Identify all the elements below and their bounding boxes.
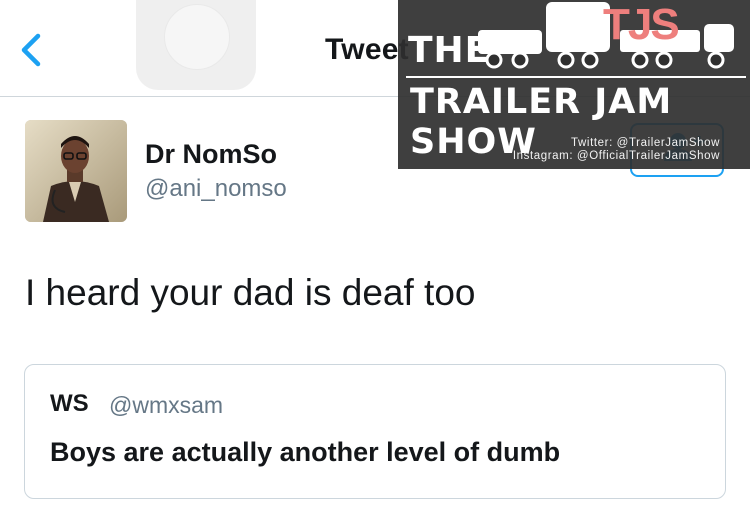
watermark-the: THE: [408, 30, 491, 71]
avatar-photo: [25, 120, 127, 222]
quoted-author-handle: @wmxsam: [109, 392, 224, 418]
watermark-tjs-letters: TJS: [603, 0, 680, 49]
watermark-twitter: Twitter: @TrailerJamShow: [571, 137, 720, 149]
faded-app-tile: [136, 0, 256, 90]
author-handle[interactable]: @ani_nomso: [145, 175, 287, 203]
quoted-tweet-text: Boys are actually another level of dumb: [50, 437, 561, 467]
quoted-tweet-card[interactable]: WS @wmxsam Boys are actually another lev…: [24, 364, 726, 499]
back-chevron-icon: [21, 33, 41, 67]
back-button[interactable]: [14, 30, 50, 70]
watermark-social: Twitter: @TrailerJamShow Instagram: @Off…: [470, 137, 720, 163]
watermark-logo: TJS THE TRAILER JAM SHOW Twitter: @Trail…: [398, 0, 750, 169]
page-title: Tweet: [325, 33, 409, 66]
avatar[interactable]: [25, 120, 127, 222]
quoted-author-name: WS: [50, 390, 89, 417]
watermark-instagram: Instagram: @OfficialTrailerJamShow: [512, 150, 720, 162]
author-name[interactable]: Dr NomSo: [145, 139, 277, 170]
tweet-text: I heard your dad is deaf too: [25, 272, 476, 313]
